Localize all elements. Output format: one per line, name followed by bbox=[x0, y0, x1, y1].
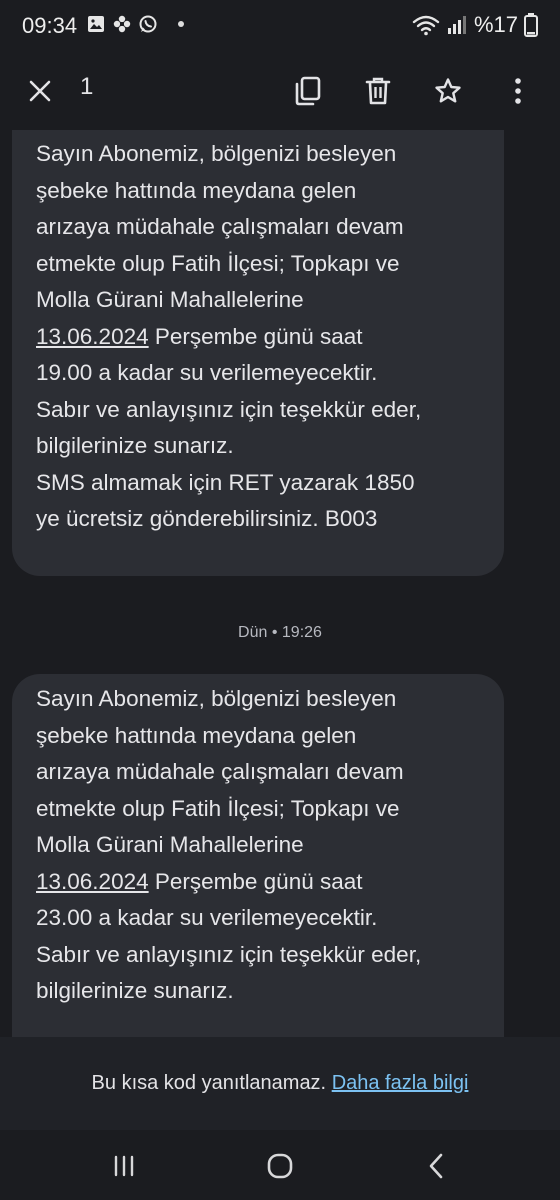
status-notification-icons bbox=[86, 14, 184, 34]
recents-icon bbox=[114, 1155, 134, 1177]
date-link[interactable]: 13.06.2024 bbox=[36, 869, 149, 894]
selected-count: 1 bbox=[80, 73, 94, 100]
wifi-icon bbox=[412, 15, 440, 36]
battery-icon bbox=[524, 13, 538, 37]
flower-icon bbox=[113, 15, 131, 33]
message-text: Sayın Abonemiz, bölgenizi besleyen şebek… bbox=[36, 681, 480, 1010]
close-icon bbox=[29, 80, 51, 102]
status-time: 09:34 bbox=[22, 13, 78, 38]
back-button[interactable] bbox=[412, 1146, 460, 1186]
system-navigation-bar bbox=[0, 1130, 560, 1200]
more-info-link[interactable]: Daha fazla bilgi bbox=[332, 1072, 469, 1094]
message-text-part: Sayın Abonemiz, bölgenizi besleyen şebek… bbox=[36, 686, 404, 857]
home-button[interactable] bbox=[256, 1146, 304, 1186]
message-text-part: Perşembe günü saat 19.00 a kadar su veri… bbox=[36, 323, 422, 532]
copy-icon bbox=[295, 76, 321, 106]
message-text-part: Sayın Abonemiz, bölgenizi besleyen şebek… bbox=[36, 141, 404, 312]
message-bubble[interactable]: Sayın Abonemiz, bölgenizi besleyen şebek… bbox=[12, 130, 504, 576]
message-timestamp: Dün • 19:26 bbox=[238, 624, 322, 641]
battery-percentage: %17 bbox=[473, 12, 518, 37]
date-link[interactable]: 13.06.2024 bbox=[36, 324, 149, 349]
delete-button[interactable] bbox=[356, 69, 400, 113]
copy-button[interactable] bbox=[286, 69, 330, 113]
more-options-button[interactable] bbox=[496, 69, 540, 113]
notice-label: Bu kısa kod yanıtlanamaz. bbox=[91, 1072, 327, 1094]
more-options-icon bbox=[515, 78, 521, 104]
status-system-icons: %17 bbox=[412, 12, 538, 38]
message-bubble[interactable]: Sayın Abonemiz, bölgenizi besleyen şebek… bbox=[12, 674, 504, 1040]
message-text: Sayın Abonemiz, bölgenizi besleyen şebek… bbox=[36, 136, 480, 538]
image-icon bbox=[88, 16, 104, 32]
whatsapp-icon bbox=[139, 15, 157, 33]
signal-icon bbox=[447, 16, 466, 34]
back-icon bbox=[429, 1153, 443, 1179]
message-list[interactable]: Sayın Abonemiz, bölgenizi besleyen şebek… bbox=[0, 130, 560, 1040]
delete-icon bbox=[365, 77, 391, 105]
notice-text: Bu kısa kod yanıtlanamaz. Daha fazla bil… bbox=[0, 1072, 560, 1095]
recents-button[interactable] bbox=[100, 1146, 148, 1186]
reply-disabled-notice: Bu kısa kod yanıtlanamaz. Daha fazla bil… bbox=[0, 1037, 560, 1130]
notification-dot bbox=[178, 21, 184, 27]
status-bar: 09:34 %17 bbox=[0, 0, 560, 52]
home-icon bbox=[267, 1153, 293, 1179]
star-button[interactable] bbox=[426, 69, 470, 113]
star-icon bbox=[435, 78, 461, 103]
close-button[interactable] bbox=[18, 69, 62, 113]
